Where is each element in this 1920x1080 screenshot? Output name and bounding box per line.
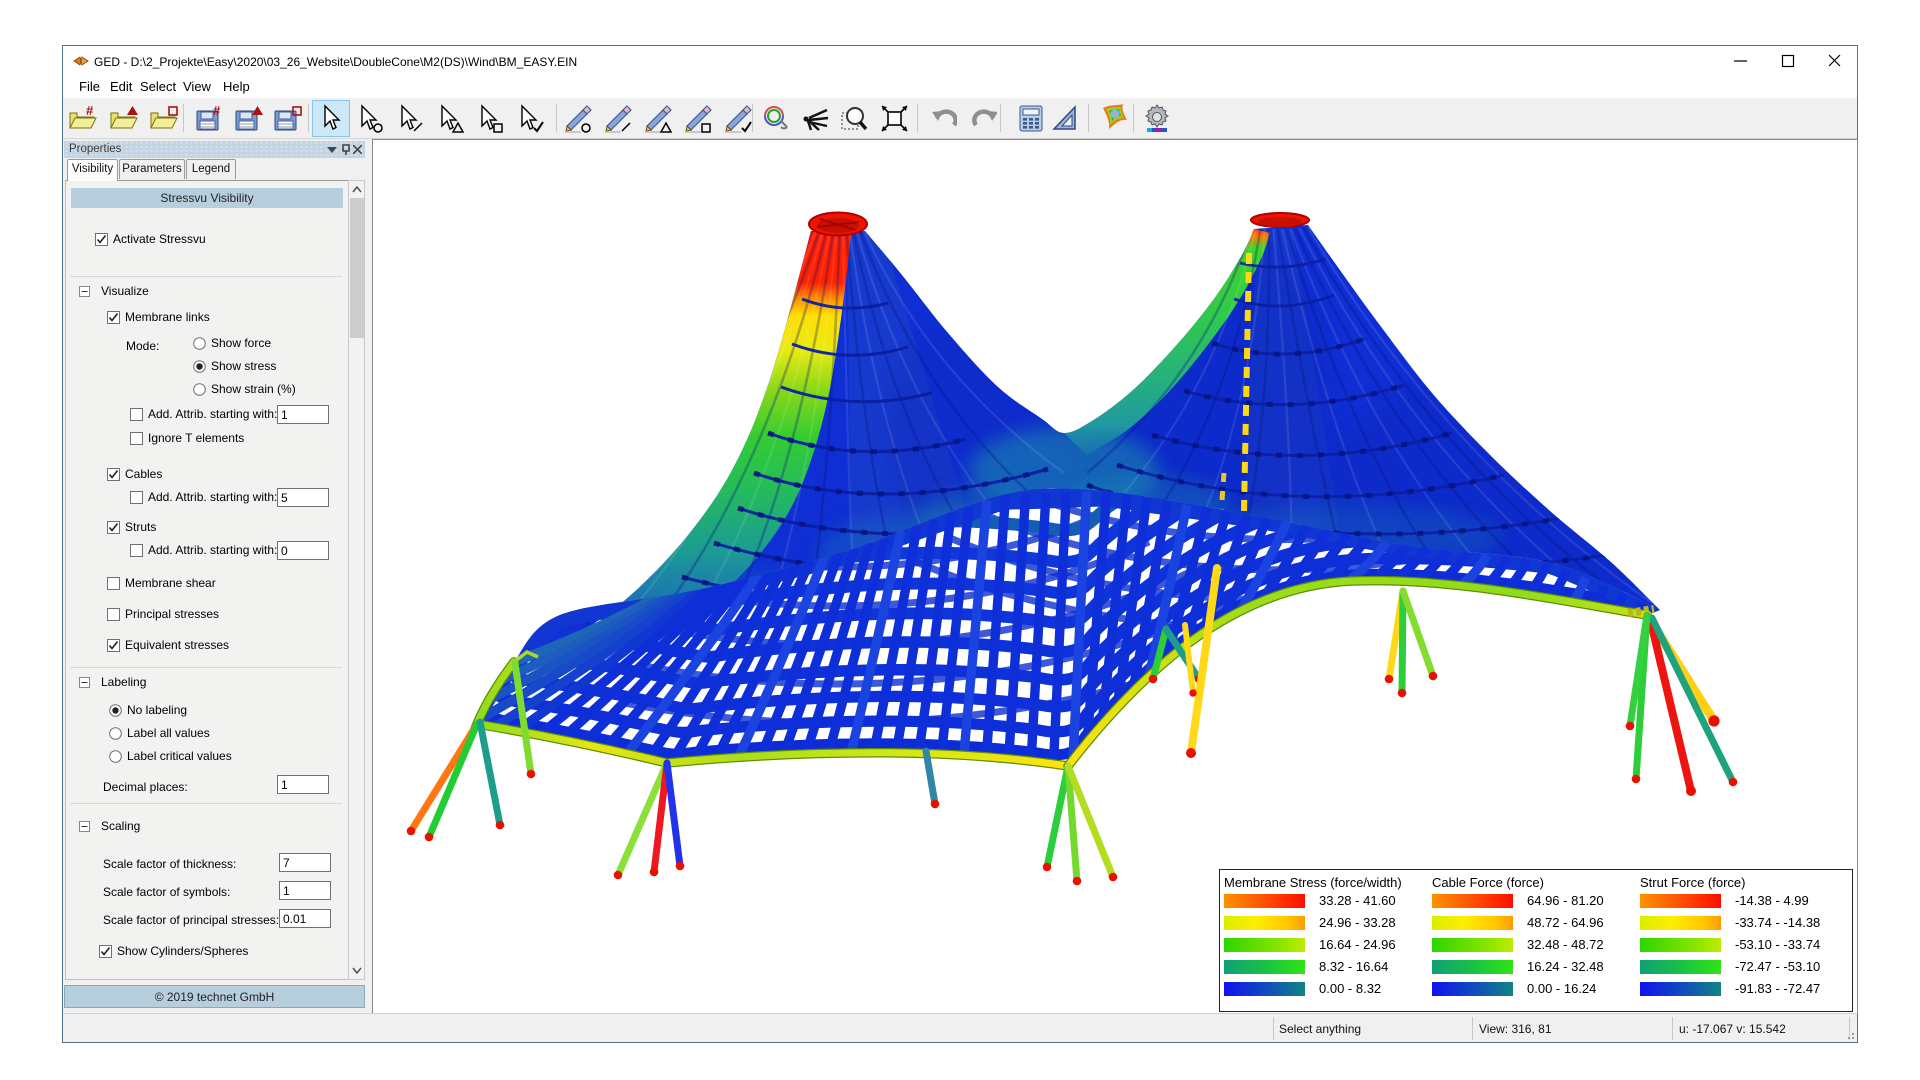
svg-text:#: # xyxy=(86,103,94,118)
svg-text:#: # xyxy=(213,103,221,118)
